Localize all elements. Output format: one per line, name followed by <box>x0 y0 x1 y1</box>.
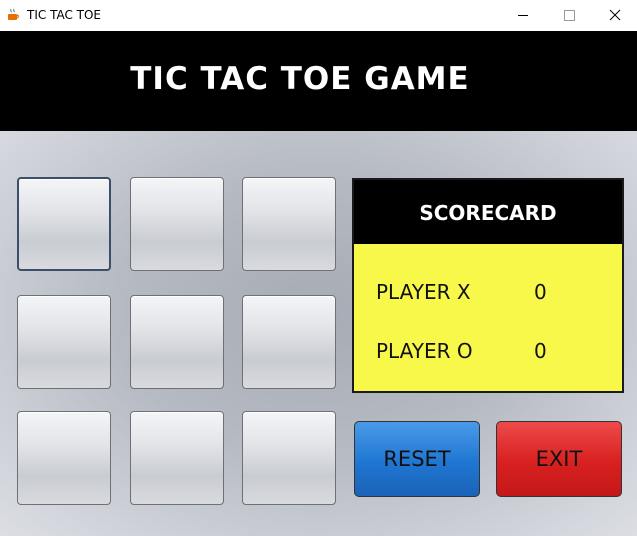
maximize-icon <box>564 10 575 21</box>
board-cell-9[interactable] <box>242 411 336 505</box>
game-header: TIC TAC TOE GAME <box>0 31 637 131</box>
minimize-button[interactable] <box>500 0 546 31</box>
game-panel: SCORECARD PLAYER X 0 PLAYER O 0 RESET EX… <box>0 131 637 536</box>
board-cell-7[interactable] <box>17 411 111 505</box>
reset-button[interactable]: RESET <box>354 421 480 497</box>
player-x-label: PLAYER X <box>376 280 471 304</box>
window-title-bar: TIC TAC TOE <box>0 0 637 32</box>
player-o-label: PLAYER O <box>376 339 473 363</box>
window-title: TIC TAC TOE <box>27 8 102 22</box>
player-o-score: 0 <box>534 339 547 363</box>
scorecard-title: SCORECARD <box>354 180 622 243</box>
board-cell-4[interactable] <box>17 295 111 389</box>
java-coffee-icon <box>8 8 20 20</box>
board-cell-3[interactable] <box>242 177 336 271</box>
close-button[interactable] <box>592 0 637 31</box>
scorecard: SCORECARD PLAYER X 0 PLAYER O 0 <box>352 178 624 393</box>
board-cell-1[interactable] <box>17 177 111 271</box>
player-x-score: 0 <box>534 280 547 304</box>
minimize-icon <box>518 15 528 16</box>
exit-button[interactable]: EXIT <box>496 421 622 497</box>
board-cell-6[interactable] <box>242 295 336 389</box>
board-cell-5[interactable] <box>130 295 224 389</box>
maximize-button[interactable] <box>546 0 592 31</box>
board-cell-2[interactable] <box>130 177 224 271</box>
game-title: TIC TAC TOE GAME <box>130 61 470 97</box>
board-cell-8[interactable] <box>130 411 224 505</box>
close-icon <box>609 9 621 21</box>
scorecard-body: PLAYER X 0 PLAYER O 0 <box>354 244 622 391</box>
